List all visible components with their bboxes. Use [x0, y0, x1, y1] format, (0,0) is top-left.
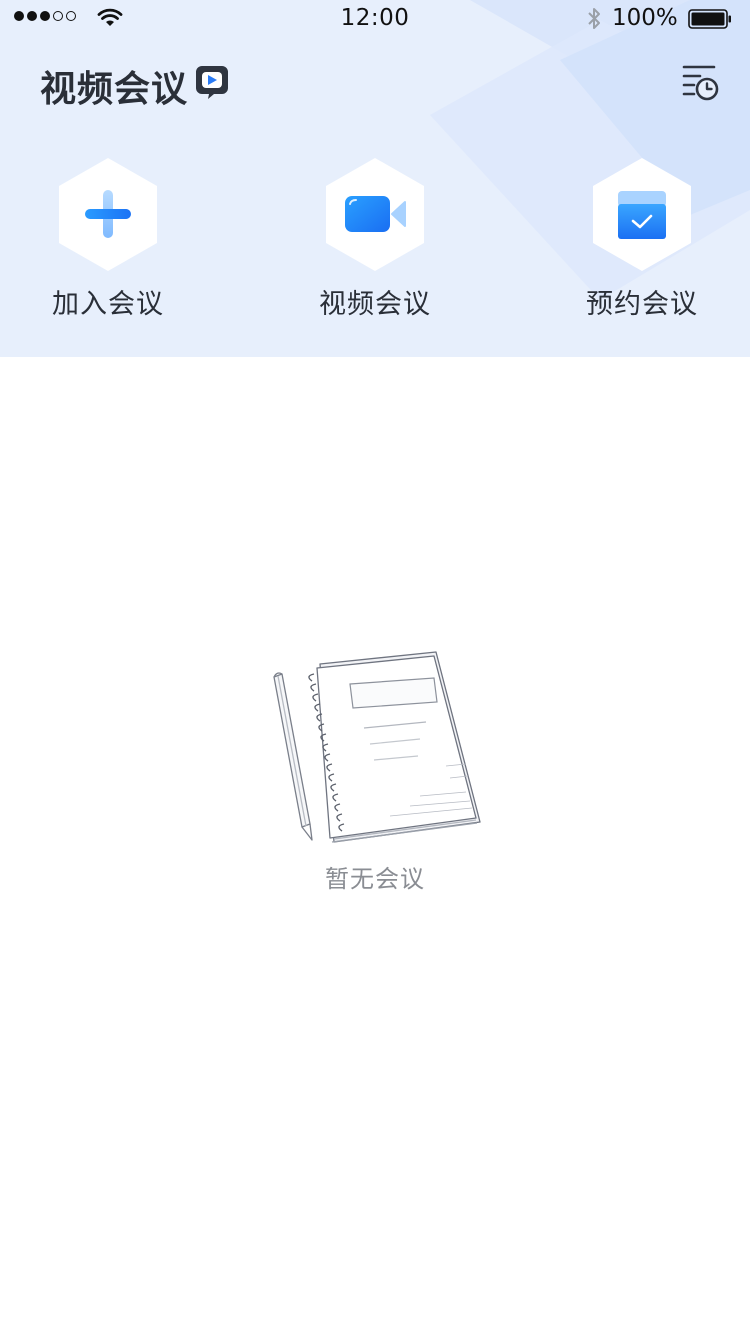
history-button[interactable] — [680, 62, 720, 102]
empty-state: 暂无会议 — [0, 640, 750, 900]
empty-state-text: 暂无会议 — [325, 865, 425, 893]
video-camera-icon — [326, 158, 424, 271]
status-bar: 12:00 100% — [0, 0, 750, 40]
header-panel: 12:00 100% 视频会议 加入会议 视频会议 预约会议 — [0, 0, 750, 357]
battery-percent: 100% — [612, 5, 678, 31]
schedule-meeting-button[interactable]: 预约会议 — [552, 158, 732, 328]
join-meeting-button[interactable]: 加入会议 — [18, 158, 198, 328]
plus-icon — [59, 158, 157, 271]
page-title: 视频会议 — [40, 69, 189, 110]
join-meeting-label: 加入会议 — [52, 289, 164, 320]
app-screen: 12:00 100% 视频会议 加入会议 视频会议 预约会议 暂无会议 — [0, 0, 750, 1334]
video-meeting-button[interactable]: 视频会议 — [285, 158, 465, 328]
calendar-check-icon — [593, 158, 691, 271]
bluetooth-icon — [588, 8, 600, 29]
battery-icon — [688, 9, 731, 29]
schedule-meeting-label: 预约会议 — [586, 289, 698, 320]
video-meeting-label: 视频会议 — [319, 289, 431, 320]
notebook-pencil-illustration — [273, 651, 481, 843]
chat-play-icon — [196, 66, 228, 99]
